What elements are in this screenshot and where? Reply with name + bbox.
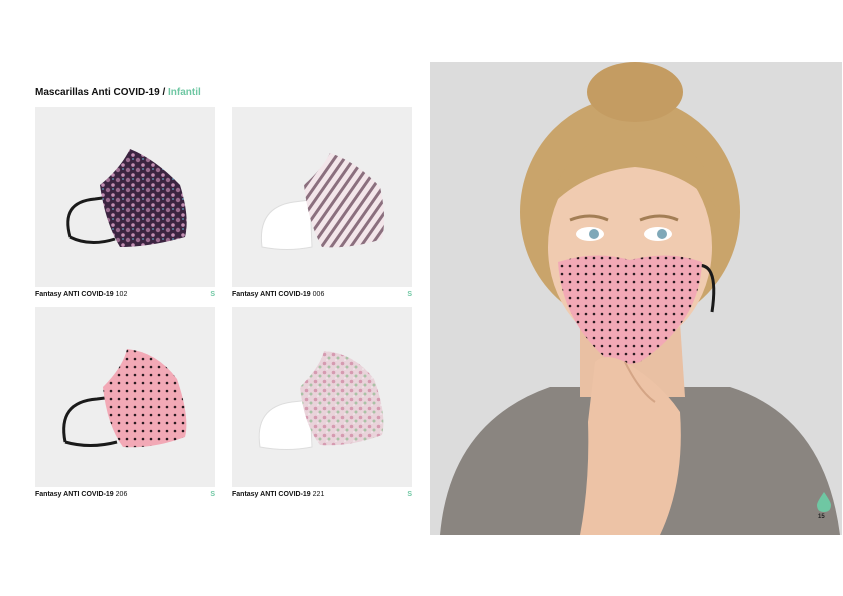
girl-wearing-mask-illustration (430, 62, 842, 535)
page-number: 15 (818, 514, 825, 520)
product-size: S (407, 291, 412, 298)
product-name: Fantasy ANTI COVID-19 (232, 491, 311, 498)
product-name: Fantasy ANTI COVID-19 (232, 291, 311, 298)
product-code: 206 (115, 491, 128, 498)
product-size: S (210, 291, 215, 298)
product-size: S (210, 491, 215, 498)
page-title: Mascarillas Anti COVID-19 / Infantil (35, 87, 201, 98)
product-card-102[interactable] (35, 107, 215, 287)
product-code: 102 (115, 291, 128, 298)
product-code: 221 (312, 491, 325, 498)
product-caption-102: Fantasy ANTI COVID-19 102 S (35, 291, 215, 298)
product-name: Fantasy ANTI COVID-19 (35, 291, 114, 298)
title-separator: / (159, 87, 169, 98)
title-main: Mascarillas Anti COVID-19 (35, 87, 160, 98)
model-photo (430, 62, 842, 535)
product-card-006[interactable] (232, 107, 412, 287)
product-caption-221: Fantasy ANTI COVID-19 221 S (232, 491, 412, 498)
product-card-221[interactable] (232, 307, 412, 487)
droplet-icon (817, 492, 831, 512)
product-code: 006 (312, 291, 325, 298)
mask-image-006 (260, 153, 385, 250)
mask-image-221 (258, 351, 384, 450)
product-name: Fantasy ANTI COVID-19 (35, 491, 114, 498)
product-card-206[interactable] (35, 307, 215, 487)
mask-image-206 (62, 349, 187, 448)
mask-image-102 (66, 149, 187, 247)
product-size: S (407, 491, 412, 498)
title-subtitle: Infantil (168, 87, 201, 98)
product-caption-006: Fantasy ANTI COVID-19 006 S (232, 291, 412, 298)
product-caption-206: Fantasy ANTI COVID-19 206 S (35, 491, 215, 498)
